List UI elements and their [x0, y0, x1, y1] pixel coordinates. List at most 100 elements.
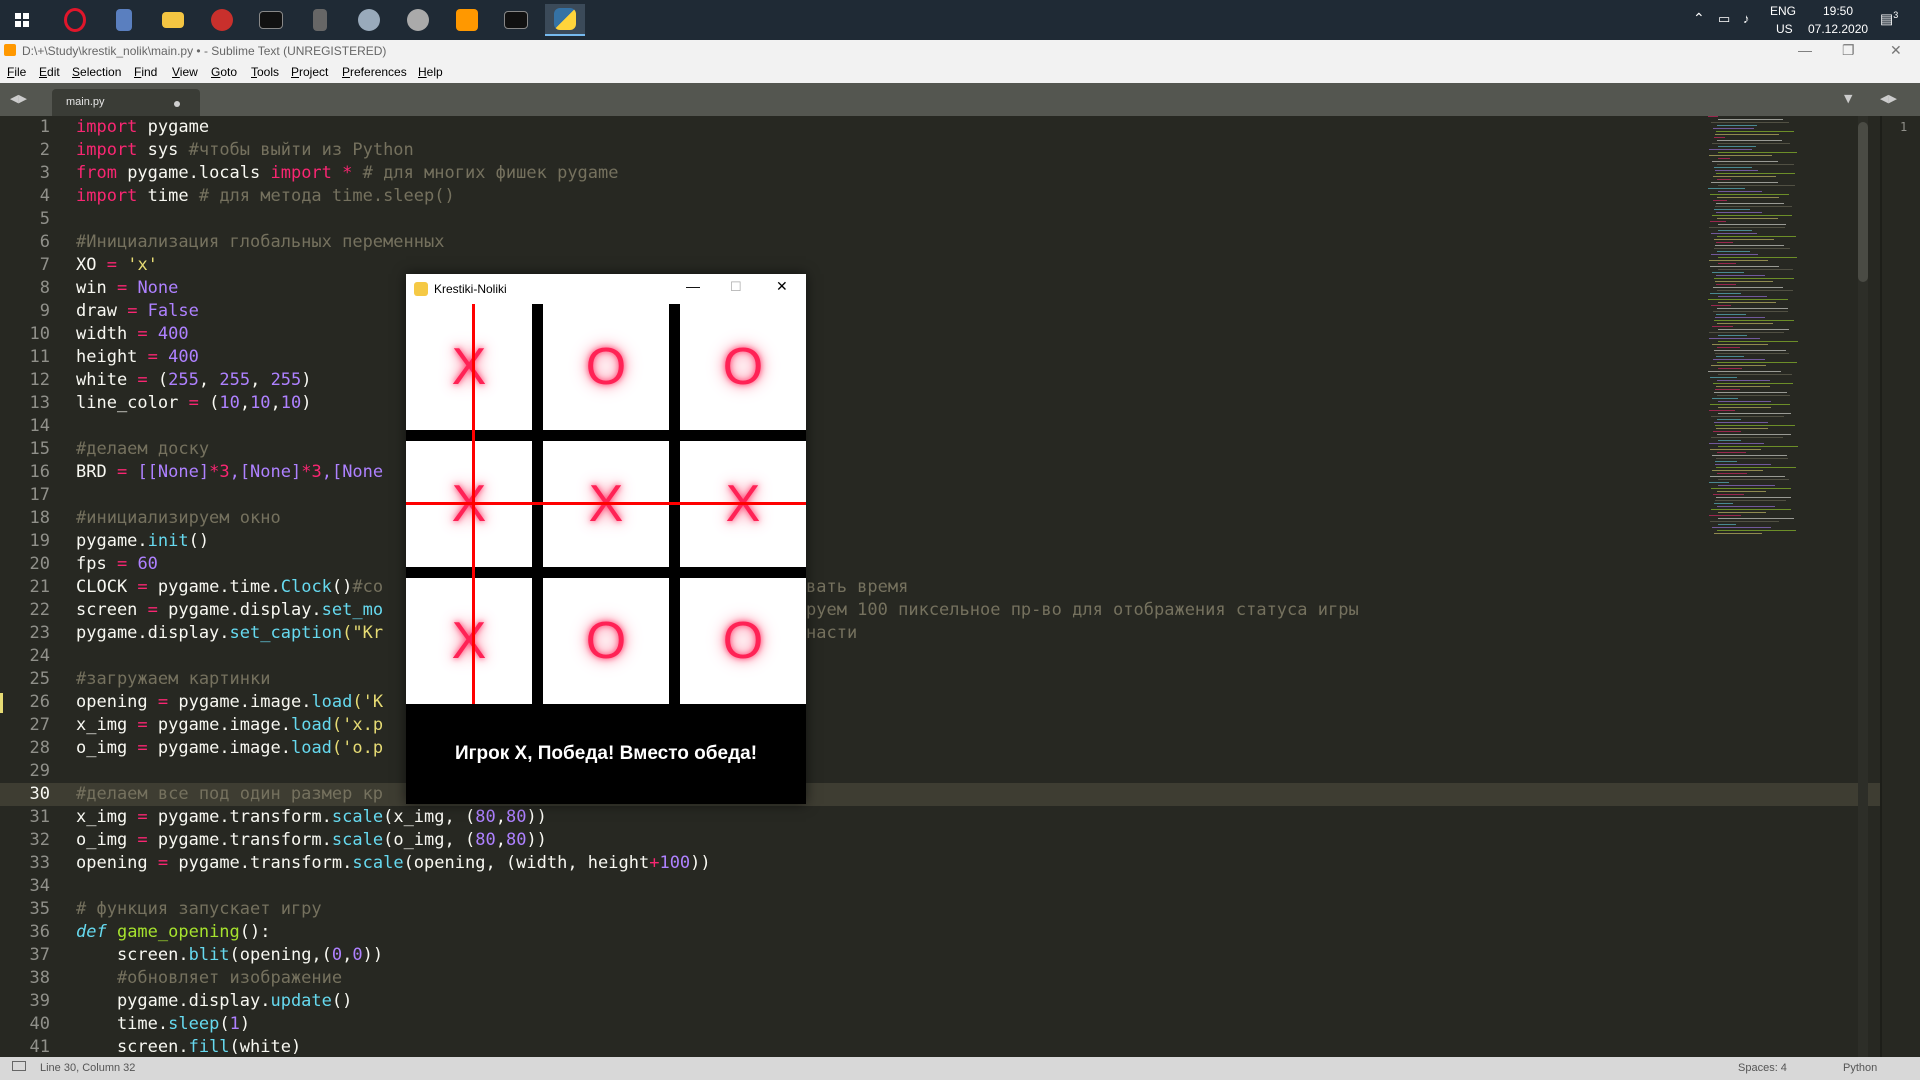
cell-2-2[interactable]: O [680, 578, 806, 704]
game-board[interactable]: X O O X X X X O O [406, 304, 806, 704]
line-number: 30 [29, 784, 50, 804]
menu-tools[interactable]: Tools [251, 65, 279, 79]
cell-0-2[interactable]: O [680, 304, 806, 430]
minimap-line [1713, 311, 1789, 312]
code-function: scale [352, 853, 404, 873]
sublime-text-icon[interactable] [447, 4, 487, 36]
line-number: 12 [29, 370, 50, 390]
cell-2-1[interactable]: O [543, 578, 669, 704]
windows-start-icon[interactable] [2, 4, 42, 36]
file-explorer-icon[interactable] [153, 4, 193, 36]
code-token: pygame.transform. [168, 853, 353, 873]
code-comment: # функция запускает игру [76, 899, 322, 919]
menu-help[interactable]: Help [418, 65, 443, 79]
code-token: , [239, 393, 251, 413]
minimap-line [1715, 314, 1746, 315]
opera-icon[interactable] [55, 4, 95, 36]
pygame-minimize-button[interactable]: — [686, 278, 700, 294]
line-number: 6 [39, 232, 50, 252]
menu-find[interactable]: Find [134, 65, 157, 79]
minimap-line [1710, 194, 1790, 195]
minimap-line [1714, 392, 1788, 393]
code-token: x_img [76, 715, 138, 735]
line-number: 23 [29, 623, 50, 643]
pygame-close-button[interactable]: ✕ [776, 278, 788, 295]
code-token: fps [76, 554, 117, 574]
minimap-line [1711, 233, 1758, 234]
calculator-icon[interactable] [104, 4, 144, 36]
code-token: = [137, 738, 148, 758]
code-function: scale [331, 830, 384, 850]
line-number: 33 [29, 853, 50, 873]
tab-scroll-arrows-icon[interactable]: ◀▶ [10, 92, 27, 105]
terminal-icon[interactable] [251, 4, 291, 36]
code-area[interactable]: import pygame import sys #чтобы выйти из… [76, 116, 1359, 1057]
clock[interactable]: 19:50 07.12.2020 [1808, 4, 1868, 44]
menu-selection[interactable]: Selection [72, 65, 121, 79]
minimap-line [1712, 272, 1745, 273]
filezilla-icon[interactable] [202, 4, 242, 36]
minimap-line [1714, 281, 1774, 282]
minimap-line [1716, 284, 1736, 285]
minimap-line [1709, 521, 1780, 522]
code-number: 1 [229, 1014, 240, 1034]
code-token: from [76, 163, 117, 183]
tab-list-dropdown-icon[interactable]: ▼ [1844, 92, 1852, 105]
minimap-line [1709, 155, 1773, 156]
menu-preferences[interactable]: Preferences [342, 65, 407, 79]
code-token: = [116, 554, 128, 574]
panel-toggle-icon[interactable] [12, 1061, 26, 1071]
code-function: update [270, 991, 332, 1011]
storage-icon[interactable] [300, 4, 340, 36]
cmd-icon[interactable] [496, 4, 536, 36]
code-editor[interactable]: 1 2 3 4 5 6 7 8 9 10 11 12 13 14 15 16 17 18 19 20 21 22 23 24 2… [0, 116, 1920, 1057]
python-icon[interactable] [545, 4, 585, 36]
code-function: set_caption [229, 623, 343, 643]
menu-edit[interactable]: Edit [39, 65, 60, 79]
close-button[interactable]: ✕ [1890, 42, 1902, 59]
menu-project[interactable]: Project [291, 65, 328, 79]
cell-0-1[interactable]: O [543, 304, 669, 430]
minimap-line [1713, 494, 1745, 495]
scrollbar-thumb[interactable] [1858, 122, 1868, 282]
code-token: [[None] [127, 462, 210, 482]
minimap-line [1717, 146, 1757, 147]
line-number: 7 [39, 255, 50, 275]
menu-file[interactable]: File [7, 65, 26, 79]
minimize-button[interactable]: — [1798, 42, 1812, 58]
minimap-line [1708, 299, 1789, 300]
indentation-setting[interactable]: Spaces: 4 [1738, 1062, 1787, 1074]
line-number: 10 [29, 324, 50, 344]
code-token: time [137, 186, 199, 206]
minimap-line [1717, 512, 1767, 513]
code-token: pygame [137, 117, 210, 137]
menu-view[interactable]: View [172, 65, 198, 79]
minimap-line [1710, 182, 1778, 183]
minimap-line [1717, 290, 1793, 291]
minimap-line [1717, 125, 1758, 126]
pygame-maximize-button[interactable]: ☐ [730, 279, 742, 295]
tab-main-py[interactable]: main.py [52, 89, 200, 116]
tab-scroll-right-arrows-icon[interactable]: ◀▶ [1880, 92, 1897, 105]
code-token: *3 [209, 462, 230, 482]
code-token: ,[None] [229, 462, 302, 482]
line-number: 32 [29, 830, 50, 850]
minimap[interactable] [1708, 116, 1828, 536]
restore-button[interactable]: ❐ [1842, 42, 1855, 59]
code-token: pygame.display. [76, 991, 271, 1011]
code-token: = [137, 807, 148, 827]
unsaved-dot-icon[interactable] [174, 101, 180, 107]
cell-0-0[interactable]: X [406, 304, 532, 430]
pygame-window[interactable]: Krestiki-Noliki — ☐ ✕ X O O X X X X O O … [406, 274, 806, 804]
language-indicator[interactable]: ENG US [1770, 4, 1796, 44]
code-comment: вать время [806, 577, 909, 597]
code-function: init [147, 531, 189, 551]
minimap-line [1717, 257, 1798, 258]
menu-goto[interactable]: Goto [211, 65, 237, 79]
settings-icon[interactable] [398, 4, 438, 36]
code-comment: #co [352, 577, 384, 597]
sublime-app-icon [4, 44, 16, 56]
network-icon[interactable] [349, 4, 389, 36]
syntax-setting[interactable]: Python [1843, 1062, 1877, 1074]
cell-2-0[interactable]: X [406, 578, 532, 704]
